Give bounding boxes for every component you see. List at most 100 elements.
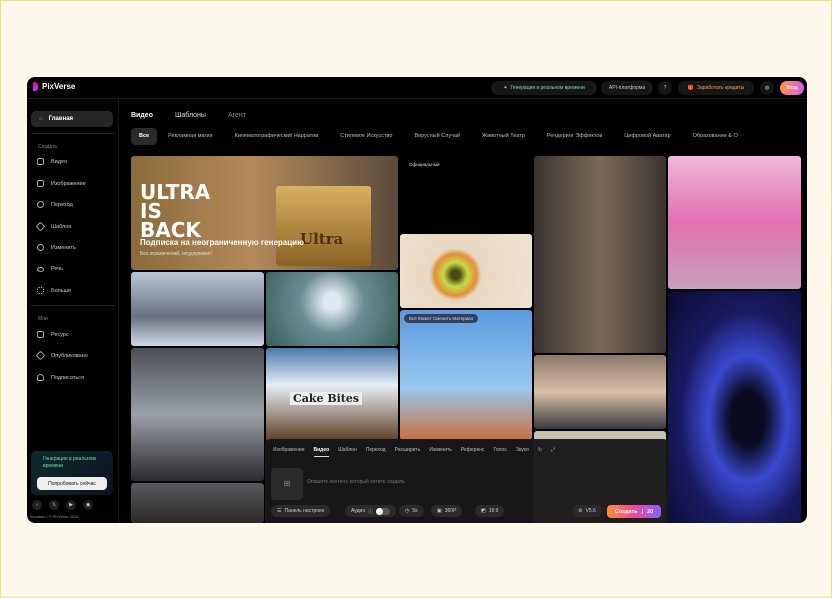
category-ad[interactable]: Рекламная магия xyxy=(157,128,224,145)
sidebar-item-template[interactable]: Шаблон xyxy=(35,221,71,232)
grid-icon xyxy=(37,287,44,294)
mode-reference[interactable]: Референс xyxy=(461,447,485,457)
resolution-button[interactable]: ▣ 360P xyxy=(431,505,463,517)
mode-transition[interactable]: Переход xyxy=(366,447,386,457)
clock-icon: ◷ xyxy=(405,508,410,514)
gallery-item[interactable] xyxy=(131,272,264,346)
sidebar-item-home[interactable]: ⌂ Главная xyxy=(31,111,113,127)
realtime-button[interactable]: ✦ Генерация в реальном времени xyxy=(491,81,597,95)
mode-edit[interactable]: Изменить xyxy=(429,447,452,457)
sidebar: ⌂ Главная Создать Видео Изображение Перех… xyxy=(27,99,119,523)
footer-text: Условия | © PixVerse 2026 xyxy=(30,514,79,519)
send-icon xyxy=(35,350,46,361)
api-button[interactable]: API-платформа xyxy=(601,81,653,95)
gallery-item[interactable] xyxy=(668,291,801,523)
create-button[interactable]: Создать | 20 xyxy=(607,505,661,518)
logo[interactable]: PixVerse xyxy=(33,82,75,91)
template-icon xyxy=(35,221,46,232)
folder-icon xyxy=(37,331,44,338)
audio-toggle[interactable]: Аудио ⓘ xyxy=(345,505,397,517)
login-button[interactable]: Вход xyxy=(780,81,804,95)
upload-image-button[interactable]: ⊞ xyxy=(271,468,303,500)
app-window: PixVerse ✦ Генерация в реальном времени A… xyxy=(27,77,807,523)
category-animal[interactable]: Животный Театр xyxy=(471,128,536,145)
category-education[interactable]: Образование & О xyxy=(682,128,749,145)
category-style[interactable]: Стилевое Искусство xyxy=(329,128,403,145)
sidebar-item-edit[interactable]: Изменить xyxy=(37,244,76,251)
gallery-item[interactable] xyxy=(534,355,666,429)
sidebar-item-speech[interactable]: Речь xyxy=(37,266,63,272)
sidebar-item-transition[interactable]: Переход xyxy=(37,201,73,208)
duration-button[interactable]: ◷ 5s xyxy=(399,505,424,517)
gallery-item[interactable]: Cake Bites xyxy=(266,348,398,442)
ratio-icon: ◩ xyxy=(481,508,486,514)
gallery-item[interactable] xyxy=(400,234,532,308)
youtube-icon[interactable]: ▶ xyxy=(66,500,76,510)
video-icon xyxy=(37,158,44,165)
category-all[interactable]: Все xyxy=(131,128,158,145)
home-icon: ⌂ xyxy=(39,116,43,122)
tab-templates[interactable]: Шаблоны xyxy=(175,112,206,119)
transition-icon xyxy=(37,201,44,208)
gallery-item[interactable] xyxy=(131,348,264,481)
sidebar-item-image[interactable]: Изображение xyxy=(37,180,86,187)
earn-credits-button[interactable]: 🎁 Заработать кредиты xyxy=(678,81,754,95)
globe-icon[interactable]: ◍ xyxy=(760,81,774,95)
tab-video[interactable]: Видео xyxy=(131,112,153,119)
mode-voice[interactable]: Голос xyxy=(494,447,507,457)
sidebar-item-subscribe[interactable]: Подписаться xyxy=(37,374,84,381)
divider xyxy=(31,305,115,306)
sparkle-icon: ✦ xyxy=(503,85,508,91)
gallery-item[interactable] xyxy=(668,156,801,289)
x-icon[interactable]: 𝕏 xyxy=(49,500,59,510)
mode-image[interactable]: Изображение xyxy=(273,447,305,457)
tab-agent[interactable]: Агент xyxy=(228,112,246,119)
gallery-item[interactable] xyxy=(131,483,264,523)
sidebar-item-published[interactable]: Опубликовано xyxy=(35,350,88,361)
category-tabs: Все Рекламная магия Кинематографический … xyxy=(131,128,749,145)
sidebar-item-more[interactable]: Больше xyxy=(37,287,71,294)
top-bar: PixVerse ✦ Генерация в реальном времени A… xyxy=(27,77,807,99)
gallery-item[interactable]: Официальный xyxy=(400,156,532,232)
realtime-promo: Генерация в реальном времени Попробовать… xyxy=(31,451,113,495)
ratio-button[interactable]: ◩ 16:9 xyxy=(475,505,505,517)
category-viral[interactable]: Вирусный Случай xyxy=(403,128,471,145)
toggle-switch[interactable] xyxy=(376,507,391,515)
gift-icon: 🎁 xyxy=(687,85,694,91)
hero-banner[interactable]: Ultra ULTRA IS BACK Подписка на неограни… xyxy=(131,156,398,270)
gallery-item[interactable] xyxy=(266,272,398,346)
settings-panel-button[interactable]: ☰ Панель настроек xyxy=(271,505,331,517)
section-create: Создать xyxy=(38,144,58,150)
category-cinematic[interactable]: Кинематографический Нарратив xyxy=(224,128,330,145)
refresh-icon[interactable]: ↻ xyxy=(538,447,542,457)
help-icon[interactable]: ? xyxy=(658,81,672,95)
logo-icon xyxy=(33,82,38,91)
gallery-item[interactable]: Всё Может Сменить Материал xyxy=(400,310,532,440)
category-effects[interactable]: Рендеринг Эффектов xyxy=(536,128,613,145)
mode-extend[interactable]: Расширить xyxy=(395,447,421,457)
prompt-panel: Изображение Видео Шаблон Переход Расшири… xyxy=(265,439,669,523)
prompt-input[interactable]: Опишите контент, который хотите создать xyxy=(307,479,405,485)
gift-box-image: Ultra xyxy=(276,186,371,266)
gallery-item[interactable] xyxy=(534,156,666,353)
category-avatar[interactable]: Цифровой Аватар xyxy=(613,128,681,145)
mode-template[interactable]: Шаблон xyxy=(338,447,357,457)
resolution-icon: ▣ xyxy=(437,508,442,514)
sliders-icon: ☰ xyxy=(277,508,282,514)
divider xyxy=(31,133,115,134)
expand-icon[interactable]: ⤢ xyxy=(551,447,555,457)
edit-icon xyxy=(37,244,44,251)
prompt-mode-tabs: Изображение Видео Шаблон Переход Расшири… xyxy=(273,447,555,457)
model-icon: ⚙ xyxy=(578,508,583,514)
try-now-button[interactable]: Попробовать сейчас xyxy=(37,477,107,490)
section-mine: Мои xyxy=(38,316,48,322)
credit-icon: | xyxy=(641,508,644,515)
mode-sound[interactable]: Звуко xyxy=(516,447,529,457)
speech-icon xyxy=(37,266,44,272)
mode-video[interactable]: Видео xyxy=(313,447,330,457)
model-button[interactable]: ⚙ V5.6 xyxy=(572,505,602,517)
tiktok-icon[interactable]: ♪ xyxy=(32,500,42,510)
sidebar-item-resource[interactable]: Ресурс xyxy=(37,331,69,338)
discord-icon[interactable]: ◉ xyxy=(83,500,93,510)
sidebar-item-video[interactable]: Видео xyxy=(37,158,67,165)
